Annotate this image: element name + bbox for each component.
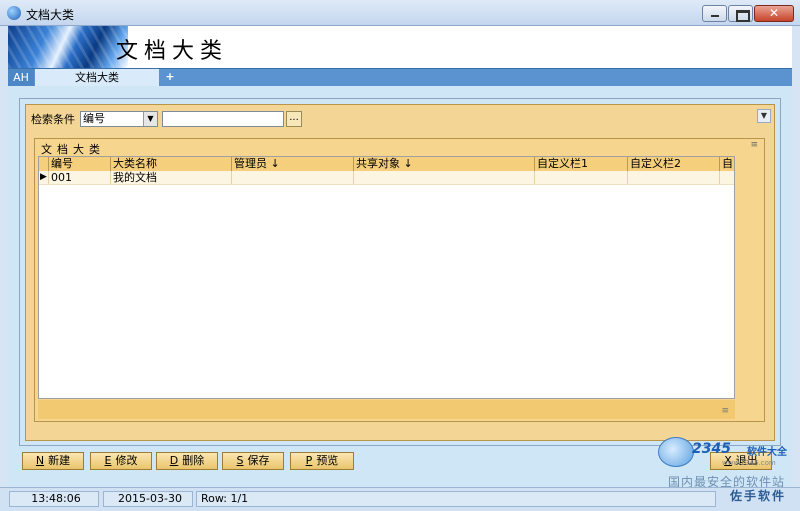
tab-bar: AH 文档大类 + — [8, 68, 792, 87]
cell-share[interactable] — [354, 171, 535, 184]
close-button[interactable] — [754, 5, 794, 22]
status-row: Row: 1/1 — [196, 491, 716, 507]
title-bar: 文档大类 — [0, 0, 800, 26]
status-time: 13:48:06 — [9, 491, 99, 507]
add-tab-button[interactable]: + — [160, 69, 180, 86]
grid-footer: ≡ — [38, 400, 735, 419]
pin-icon[interactable]: ≡ — [750, 140, 758, 150]
search-field-select[interactable]: 编号 ▼ — [80, 111, 158, 127]
column-header-manager[interactable]: 管理员 ↓ — [232, 157, 354, 171]
main-area: 检索条件 编号 ▼ ... ▼ 文档大类 ≡ 编号 大类名称 管理员 ↓ 共享对… — [8, 86, 792, 488]
data-grid: 编号 大类名称 管理员 ↓ 共享对象 ↓ 自定义栏1 自定义栏2 自 ▶ 001… — [38, 156, 735, 399]
watermark-url: www.2345.com — [722, 459, 776, 467]
watermark-number: 2345 — [692, 441, 731, 457]
search-input[interactable] — [162, 111, 284, 127]
cell-custom2[interactable] — [628, 171, 720, 184]
cell-id[interactable]: 001 — [49, 171, 111, 184]
preview-button[interactable]: P 预览 — [290, 452, 354, 470]
tab-user[interactable]: AH — [8, 69, 34, 86]
column-header-custom1[interactable]: 自定义栏1 — [535, 157, 628, 171]
status-date: 2015-03-30 — [103, 491, 193, 507]
edit-button[interactable]: E 修改 — [90, 452, 152, 470]
cell-custom3[interactable] — [720, 171, 734, 184]
maximize-button[interactable] — [728, 5, 753, 22]
window-title: 文档大类 — [26, 8, 75, 22]
grid-header: 编号 大类名称 管理员 ↓ 共享对象 ↓ 自定义栏1 自定义栏2 自 — [39, 157, 734, 171]
grid-title: 文档大类 — [41, 143, 105, 156]
search-row: 检索条件 编号 ▼ ... — [31, 110, 302, 128]
banner-artwork — [8, 26, 128, 68]
cell-custom1[interactable] — [535, 171, 628, 184]
column-header-share[interactable]: 共享对象 ↓ — [354, 157, 535, 171]
browse-button[interactable]: ... — [286, 111, 302, 127]
footer-grip-icon: ≡ — [721, 406, 729, 416]
row-indicator-header — [39, 157, 49, 171]
row-pointer-icon: ▶ — [39, 171, 49, 184]
app-icon — [7, 6, 21, 20]
cell-name[interactable]: 我的文档 — [111, 171, 232, 184]
cell-manager[interactable] — [232, 171, 354, 184]
dropdown-arrow-icon[interactable]: ▼ — [143, 112, 157, 126]
collapse-chevron-icon[interactable]: ▼ — [757, 109, 771, 123]
column-header-custom3[interactable]: 自 — [720, 157, 734, 171]
brand-logo: 佐手软件 — [730, 489, 787, 503]
banner-title: 文档大类 — [116, 39, 229, 64]
save-button[interactable]: S 保存 — [222, 452, 284, 470]
delete-button[interactable]: D 删除 — [156, 452, 218, 470]
search-panel: 检索条件 编号 ▼ ... ▼ 文档大类 ≡ 编号 大类名称 管理员 ↓ 共享对… — [25, 104, 775, 441]
minimize-button[interactable] — [702, 5, 727, 22]
search-label: 检索条件 — [31, 113, 75, 126]
sort-arrow-icon: ↓ — [403, 157, 413, 170]
watermark-site: 软件大全 — [747, 447, 787, 458]
tab-document-category[interactable]: 文档大类 — [35, 69, 159, 87]
mascot-icon — [658, 437, 694, 467]
header-banner: 文档大类 — [8, 26, 792, 68]
table-row[interactable]: ▶ 001 我的文档 — [39, 171, 734, 185]
column-header-name[interactable]: 大类名称 — [111, 157, 232, 171]
column-header-custom2[interactable]: 自定义栏2 — [628, 157, 720, 171]
sort-arrow-icon: ↓ — [270, 157, 280, 170]
search-field-value: 编号 — [83, 112, 105, 125]
status-bar: 13:48:06 2015-03-30 Row: 1/1 — [0, 487, 800, 511]
new-button[interactable]: N 新建 — [22, 452, 84, 470]
window-controls — [701, 5, 794, 22]
column-header-id[interactable]: 编号 — [49, 157, 111, 171]
grid-panel: 文档大类 ≡ 编号 大类名称 管理员 ↓ 共享对象 ↓ 自定义栏1 自定义栏2 … — [34, 138, 765, 422]
content-frame: 检索条件 编号 ▼ ... ▼ 文档大类 ≡ 编号 大类名称 管理员 ↓ 共享对… — [19, 98, 781, 446]
